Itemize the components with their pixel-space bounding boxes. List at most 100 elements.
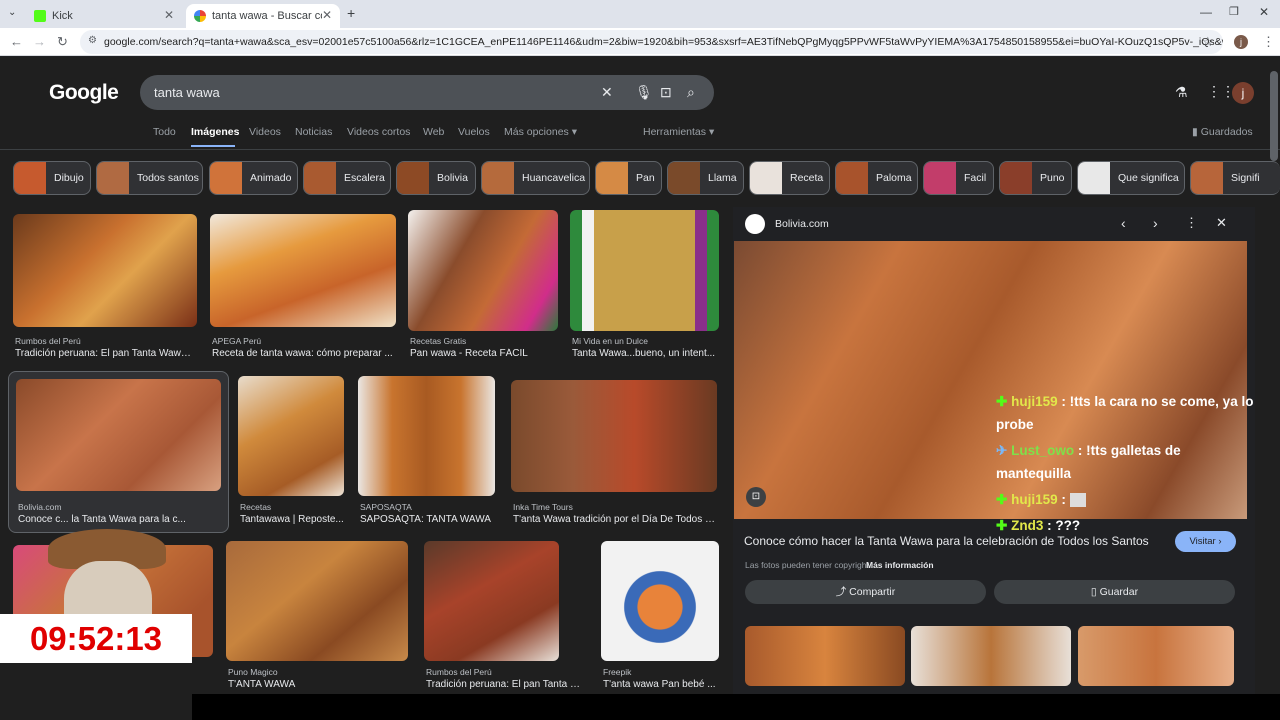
related-image[interactable] — [745, 626, 905, 686]
browser-menu-icon[interactable]: ⋮ — [1262, 34, 1275, 50]
address-bar[interactable]: ⚙ google.com/search?q=tanta+wawa&sca_esv… — [80, 30, 1223, 54]
result-image[interactable] — [408, 210, 558, 331]
result-title[interactable]: Tradición peruana: El pan Tanta Wawa ... — [15, 348, 195, 359]
result-source[interactable]: APEGA Perú — [212, 336, 396, 346]
tab-google-search[interactable]: tanta wawa - Buscar con Googl ✕ — [186, 4, 340, 28]
result-image[interactable] — [210, 214, 396, 327]
minimize-icon[interactable]: — — [1200, 5, 1212, 19]
result-image[interactable] — [601, 541, 719, 661]
result-source[interactable]: Mi Vida en un Dulce — [572, 336, 719, 346]
page-scrollbar[interactable] — [1270, 71, 1278, 161]
nav-imagenes[interactable]: Imágenes — [191, 126, 239, 138]
chip-llama[interactable]: Llama — [667, 161, 744, 195]
result-image[interactable] — [226, 541, 408, 661]
result-image[interactable] — [238, 376, 344, 496]
source-favicon-icon — [745, 214, 765, 234]
result-title[interactable]: Receta de tanta wawa: cómo preparar ... — [212, 348, 396, 359]
result-source[interactable]: Puno Magico — [228, 667, 408, 677]
profile-avatar[interactable]: j — [1234, 35, 1248, 49]
nav-todo[interactable]: Todo — [153, 126, 176, 138]
chip-huancavelica[interactable]: Huancavelica — [481, 161, 590, 195]
search-input[interactable]: tanta wawa ✕ 🎙 ⊡ ⌕ — [140, 75, 714, 110]
chip-todos-santos[interactable]: Todos santos — [96, 161, 203, 195]
nav-web[interactable]: Web — [423, 126, 444, 138]
apps-grid-icon[interactable]: ⋮⋮ — [1207, 83, 1235, 100]
close-tab-icon[interactable]: ✕ — [164, 8, 174, 22]
result-title[interactable]: T'anta Wawa tradición por el Día De Todo… — [513, 514, 717, 525]
chip-paloma[interactable]: Paloma — [835, 161, 918, 195]
panel-source[interactable]: Bolivia.com — [775, 218, 829, 230]
site-info-icon[interactable]: ⚙ — [88, 35, 97, 46]
labs-flask-icon[interactable]: ⚗ — [1175, 84, 1188, 101]
new-tab-icon[interactable]: + — [347, 5, 355, 21]
result-image[interactable] — [424, 541, 559, 661]
restore-icon[interactable]: ❐ — [1229, 5, 1239, 18]
share-button[interactable]: ⤴ Compartir — [745, 580, 986, 604]
result-source[interactable]: Recetas Gratis — [410, 336, 560, 346]
related-image[interactable] — [1078, 626, 1234, 686]
chip-dibujo[interactable]: Dibujo — [13, 161, 91, 195]
result-source[interactable]: SAPOSAQTA — [360, 502, 495, 512]
close-tab-icon[interactable]: ✕ — [322, 8, 332, 22]
next-icon[interactable]: › — [1153, 215, 1158, 231]
lens-icon[interactable]: ⊡ — [660, 75, 672, 110]
result-title[interactable]: Tantawawa | Reposte... — [240, 514, 344, 525]
lens-search-icon[interactable]: ⊡ — [746, 487, 766, 507]
related-image[interactable] — [911, 626, 1071, 686]
result-title[interactable]: Pan wawa - Receta FÁCIL — [410, 348, 560, 359]
nav-mas-opciones[interactable]: Más opciones ▾ — [504, 126, 577, 138]
previous-icon[interactable]: ‹ — [1121, 215, 1126, 231]
account-avatar[interactable]: j — [1232, 82, 1254, 104]
chip-escalera[interactable]: Escalera — [303, 161, 391, 195]
tab-kick[interactable]: Kick ✕ — [26, 4, 182, 28]
result-title[interactable]: Tradición peruana: El pan Tanta W... — [426, 679, 586, 690]
result-image[interactable] — [358, 376, 495, 496]
more-info-link[interactable]: Más información — [866, 560, 934, 570]
nav-videos-cortos[interactable]: Videos cortos — [347, 126, 410, 138]
more-options-icon[interactable]: ⋮ — [1185, 215, 1198, 231]
result-source[interactable]: Bolivia.com — [18, 502, 218, 512]
chip-thumbnail — [750, 162, 782, 194]
chip-significa[interactable]: Signifi — [1190, 161, 1280, 195]
result-source[interactable]: Inka Time Tours — [513, 502, 717, 512]
chip-receta[interactable]: Receta — [749, 161, 830, 195]
chip-que-significa[interactable]: Que significa — [1077, 161, 1185, 195]
result-source[interactable]: Rumbos del Perú — [426, 667, 566, 677]
voice-search-icon[interactable]: 🎙 — [635, 75, 653, 110]
result-image[interactable] — [511, 380, 717, 492]
chip-facil[interactable]: Facil — [923, 161, 994, 195]
google-logo[interactable]: Google — [49, 81, 119, 105]
clear-icon[interactable]: ✕ — [601, 75, 613, 110]
result-title[interactable]: Tanta Wawa...bueno, un intent... — [572, 348, 719, 359]
forward-icon[interactable]: → — [33, 34, 46, 50]
chip-animado[interactable]: Animado — [209, 161, 298, 195]
result-title[interactable]: SAPOSAQTA: TANTA WAWA — [360, 514, 495, 525]
result-title[interactable]: T'anta wawa Pan bebé ... — [603, 679, 719, 690]
nav-herramientas[interactable]: Herramientas ▾ — [643, 126, 714, 138]
chat-text: : ??? — [1047, 518, 1081, 533]
result-image[interactable] — [16, 379, 221, 491]
tab-list-chevron-icon[interactable]: ⌄ — [8, 7, 16, 18]
reload-icon[interactable]: ↻ — [57, 34, 68, 50]
saved-link[interactable]: ▮ Guardados — [1192, 126, 1253, 138]
chip-bolivia[interactable]: Bolivia — [396, 161, 476, 195]
search-icon[interactable]: ⌕ — [687, 75, 695, 110]
nav-vuelos[interactable]: Vuelos — [458, 126, 490, 138]
bookmark-star-icon[interactable]: ☆ — [1202, 34, 1214, 50]
result-source[interactable]: Recetas — [240, 502, 344, 512]
divider — [0, 149, 1280, 150]
close-panel-icon[interactable]: ✕ — [1216, 215, 1227, 231]
result-image[interactable] — [570, 210, 719, 331]
close-window-icon[interactable]: ✕ — [1259, 5, 1269, 19]
nav-videos[interactable]: Videos — [249, 126, 281, 138]
nav-noticias[interactable]: Noticias — [295, 126, 332, 138]
back-icon[interactable]: ← — [10, 34, 23, 50]
result-source[interactable]: Freepik — [603, 667, 719, 677]
result-title[interactable]: T'ANTA WAWA — [228, 679, 408, 690]
chip-puno[interactable]: Puno — [999, 161, 1072, 195]
result-image[interactable] — [13, 214, 197, 327]
save-button[interactable]: ▯ Guardar — [994, 580, 1235, 604]
result-source[interactable]: Rumbos del Perú — [15, 336, 195, 346]
chip-pan[interactable]: Pan — [595, 161, 662, 195]
chip-thumbnail — [97, 162, 129, 194]
